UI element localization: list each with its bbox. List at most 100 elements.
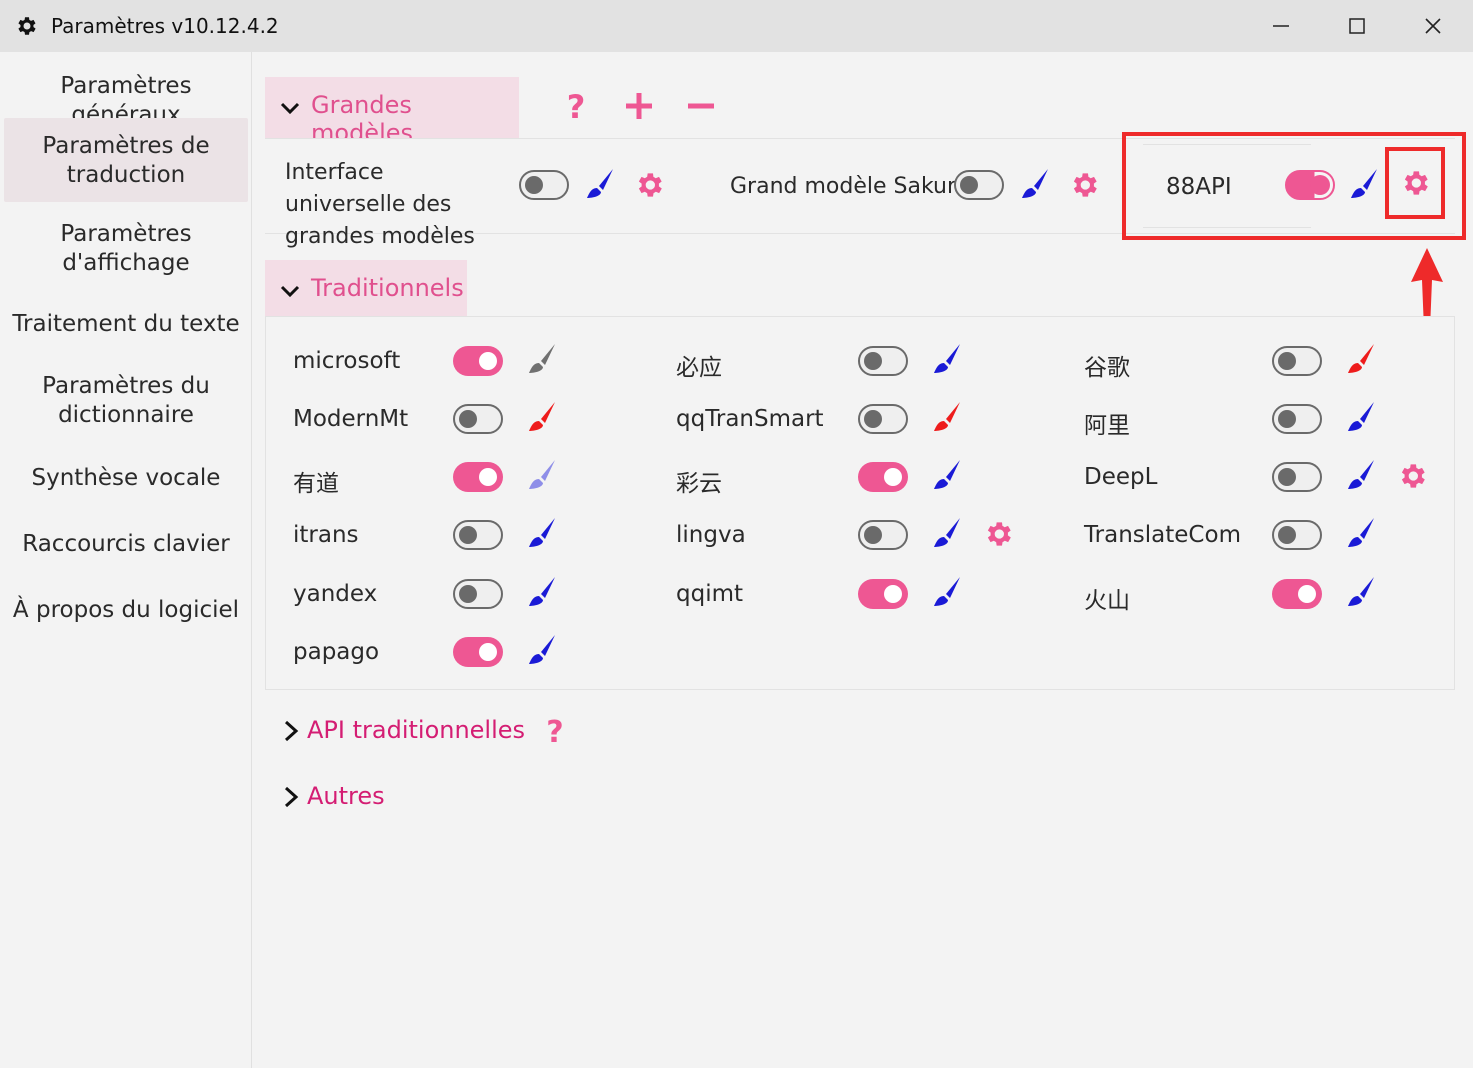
engine-toggle[interactable]: [453, 637, 503, 667]
sidebar-item-label: Paramètres de traduction: [42, 133, 210, 188]
engine-toggle[interactable]: [453, 404, 503, 434]
engine-toggle[interactable]: [453, 462, 503, 492]
engine-toggle[interactable]: [858, 579, 908, 609]
engine-toggle[interactable]: [858, 404, 908, 434]
traditional-title: Traditionnels: [311, 274, 464, 302]
llm-toggle-sakura[interactable]: [954, 170, 1004, 200]
engine-toggle[interactable]: [1272, 404, 1322, 434]
llm-item-label: Interface universelle des grandes modèle…: [285, 160, 475, 249]
gear-icon[interactable]: [982, 518, 1014, 550]
brush-icon[interactable]: [930, 341, 966, 377]
brush-icon[interactable]: [1344, 399, 1380, 435]
llm-item-label: Grand modèle Sakura: [730, 174, 970, 199]
engine-label: 必应: [676, 355, 722, 381]
llm-item-label: 88API: [1166, 174, 1232, 200]
remove-icon[interactable]: [685, 90, 717, 122]
sidebar-item-text-processing[interactable]: Traitement du texte: [4, 310, 248, 346]
brush-icon[interactable]: [525, 399, 561, 435]
brush-icon[interactable]: [930, 574, 966, 610]
traditional-header[interactable]: Traditionnels: [265, 260, 467, 322]
gear-icon: [18, 17, 36, 35]
engine-label: 谷歌: [1084, 355, 1130, 381]
engine-toggle[interactable]: [453, 579, 503, 609]
sidebar-item-tts[interactable]: Synthèse vocale: [4, 464, 248, 500]
engine-label: ModernMt: [293, 406, 409, 432]
engine-toggle[interactable]: [858, 346, 908, 376]
brush-icon[interactable]: [1344, 574, 1380, 610]
others-title: Autres: [307, 782, 385, 810]
chevron-right-icon: [284, 786, 299, 808]
engine-label: 阿里: [1084, 413, 1130, 439]
engine-label: 有道: [293, 471, 339, 497]
engine-label: qqimt: [676, 581, 744, 607]
help-icon[interactable]: ?: [561, 88, 591, 124]
brush-icon[interactable]: [930, 515, 966, 551]
sidebar-item-hotkeys[interactable]: Raccourcis clavier: [4, 530, 248, 566]
brush-icon[interactable]: [930, 399, 966, 435]
brush-icon[interactable]: [525, 515, 561, 551]
brush-icon[interactable]: [525, 632, 561, 668]
engine-label: papago: [293, 639, 380, 665]
chevron-down-icon: [280, 285, 300, 298]
brush-icon[interactable]: [1344, 457, 1380, 493]
sidebar-item-label: Paramètres d'affichage: [60, 221, 192, 276]
brush-icon[interactable]: [525, 574, 561, 610]
sidebar-item-about[interactable]: À propos du logiciel: [4, 596, 248, 632]
sidebar-item-label: Raccourcis clavier: [22, 531, 230, 557]
brush-icon[interactable]: [525, 341, 561, 377]
brush-icon[interactable]: [1018, 166, 1054, 202]
engine-label: yandex: [293, 581, 378, 607]
window-title: Paramètres v10.12.4.2: [51, 14, 279, 38]
brush-icon[interactable]: [1344, 515, 1380, 551]
llm-toggle-universal[interactable]: [519, 170, 569, 200]
engine-toggle[interactable]: [1272, 346, 1322, 376]
engine-toggle[interactable]: [453, 520, 503, 550]
engine-label: 火山: [1084, 588, 1130, 614]
gear-icon[interactable]: [633, 169, 665, 201]
sidebar-item-label: Paramètres du dictionnaire: [42, 373, 210, 428]
engine-toggle[interactable]: [453, 346, 503, 376]
traditional-api-title: API traditionnelles: [307, 716, 526, 744]
engine-label: itrans: [293, 522, 359, 548]
sidebar-item-translation[interactable]: Paramètres de traduction: [4, 118, 248, 202]
others-header[interactable]: Autres: [281, 782, 481, 816]
engine-label: DeepL: [1084, 464, 1158, 490]
gear-icon[interactable]: [1399, 167, 1431, 199]
sidebar: Paramètres généraux Paramètres de traduc…: [0, 52, 252, 1068]
engine-label: microsoft: [293, 348, 401, 374]
help-glyph: ?: [567, 88, 586, 124]
brush-icon[interactable]: [1344, 341, 1380, 377]
maximize-button[interactable]: [1341, 10, 1373, 42]
sidebar-item-label: Traitement du texte: [12, 311, 240, 337]
close-button[interactable]: [1417, 10, 1449, 42]
engine-toggle[interactable]: [1272, 579, 1322, 609]
engine-label: lingva: [676, 522, 746, 548]
engine-toggle[interactable]: [1272, 462, 1322, 492]
sidebar-item-general[interactable]: Paramètres généraux: [4, 72, 248, 128]
brush-icon[interactable]: [583, 166, 619, 202]
minimize-button[interactable]: [1265, 10, 1297, 42]
engine-toggle[interactable]: [858, 462, 908, 492]
brush-icon[interactable]: [525, 457, 561, 493]
large-models-header[interactable]: Grandes modèles: [265, 77, 519, 147]
sidebar-item-label: À propos du logiciel: [12, 597, 240, 623]
brush-icon[interactable]: [1347, 166, 1383, 202]
chevron-right-icon: [284, 720, 299, 742]
help-glyph: ?: [546, 715, 563, 748]
main-content: Grandes modèles ? Interface universelle …: [253, 52, 1473, 1068]
llm-toggle-88api[interactable]: [1285, 170, 1335, 200]
title-bar: Paramètres v10.12.4.2: [0, 0, 1473, 52]
engine-label: 彩云: [676, 471, 722, 497]
gear-icon[interactable]: [1396, 460, 1428, 492]
brush-icon[interactable]: [930, 457, 966, 493]
sidebar-item-display[interactable]: Paramètres d'affichage: [4, 220, 248, 284]
add-icon[interactable]: [623, 90, 655, 122]
engine-label: qqTranSmart: [676, 406, 824, 432]
gear-icon[interactable]: [1068, 169, 1100, 201]
chevron-down-icon: [280, 102, 300, 115]
engine-toggle[interactable]: [1272, 520, 1322, 550]
help-icon[interactable]: ?: [540, 712, 570, 748]
engine-toggle[interactable]: [858, 520, 908, 550]
sidebar-item-label: Synthèse vocale: [31, 465, 221, 491]
sidebar-item-dictionary[interactable]: Paramètres du dictionnaire: [4, 372, 248, 436]
